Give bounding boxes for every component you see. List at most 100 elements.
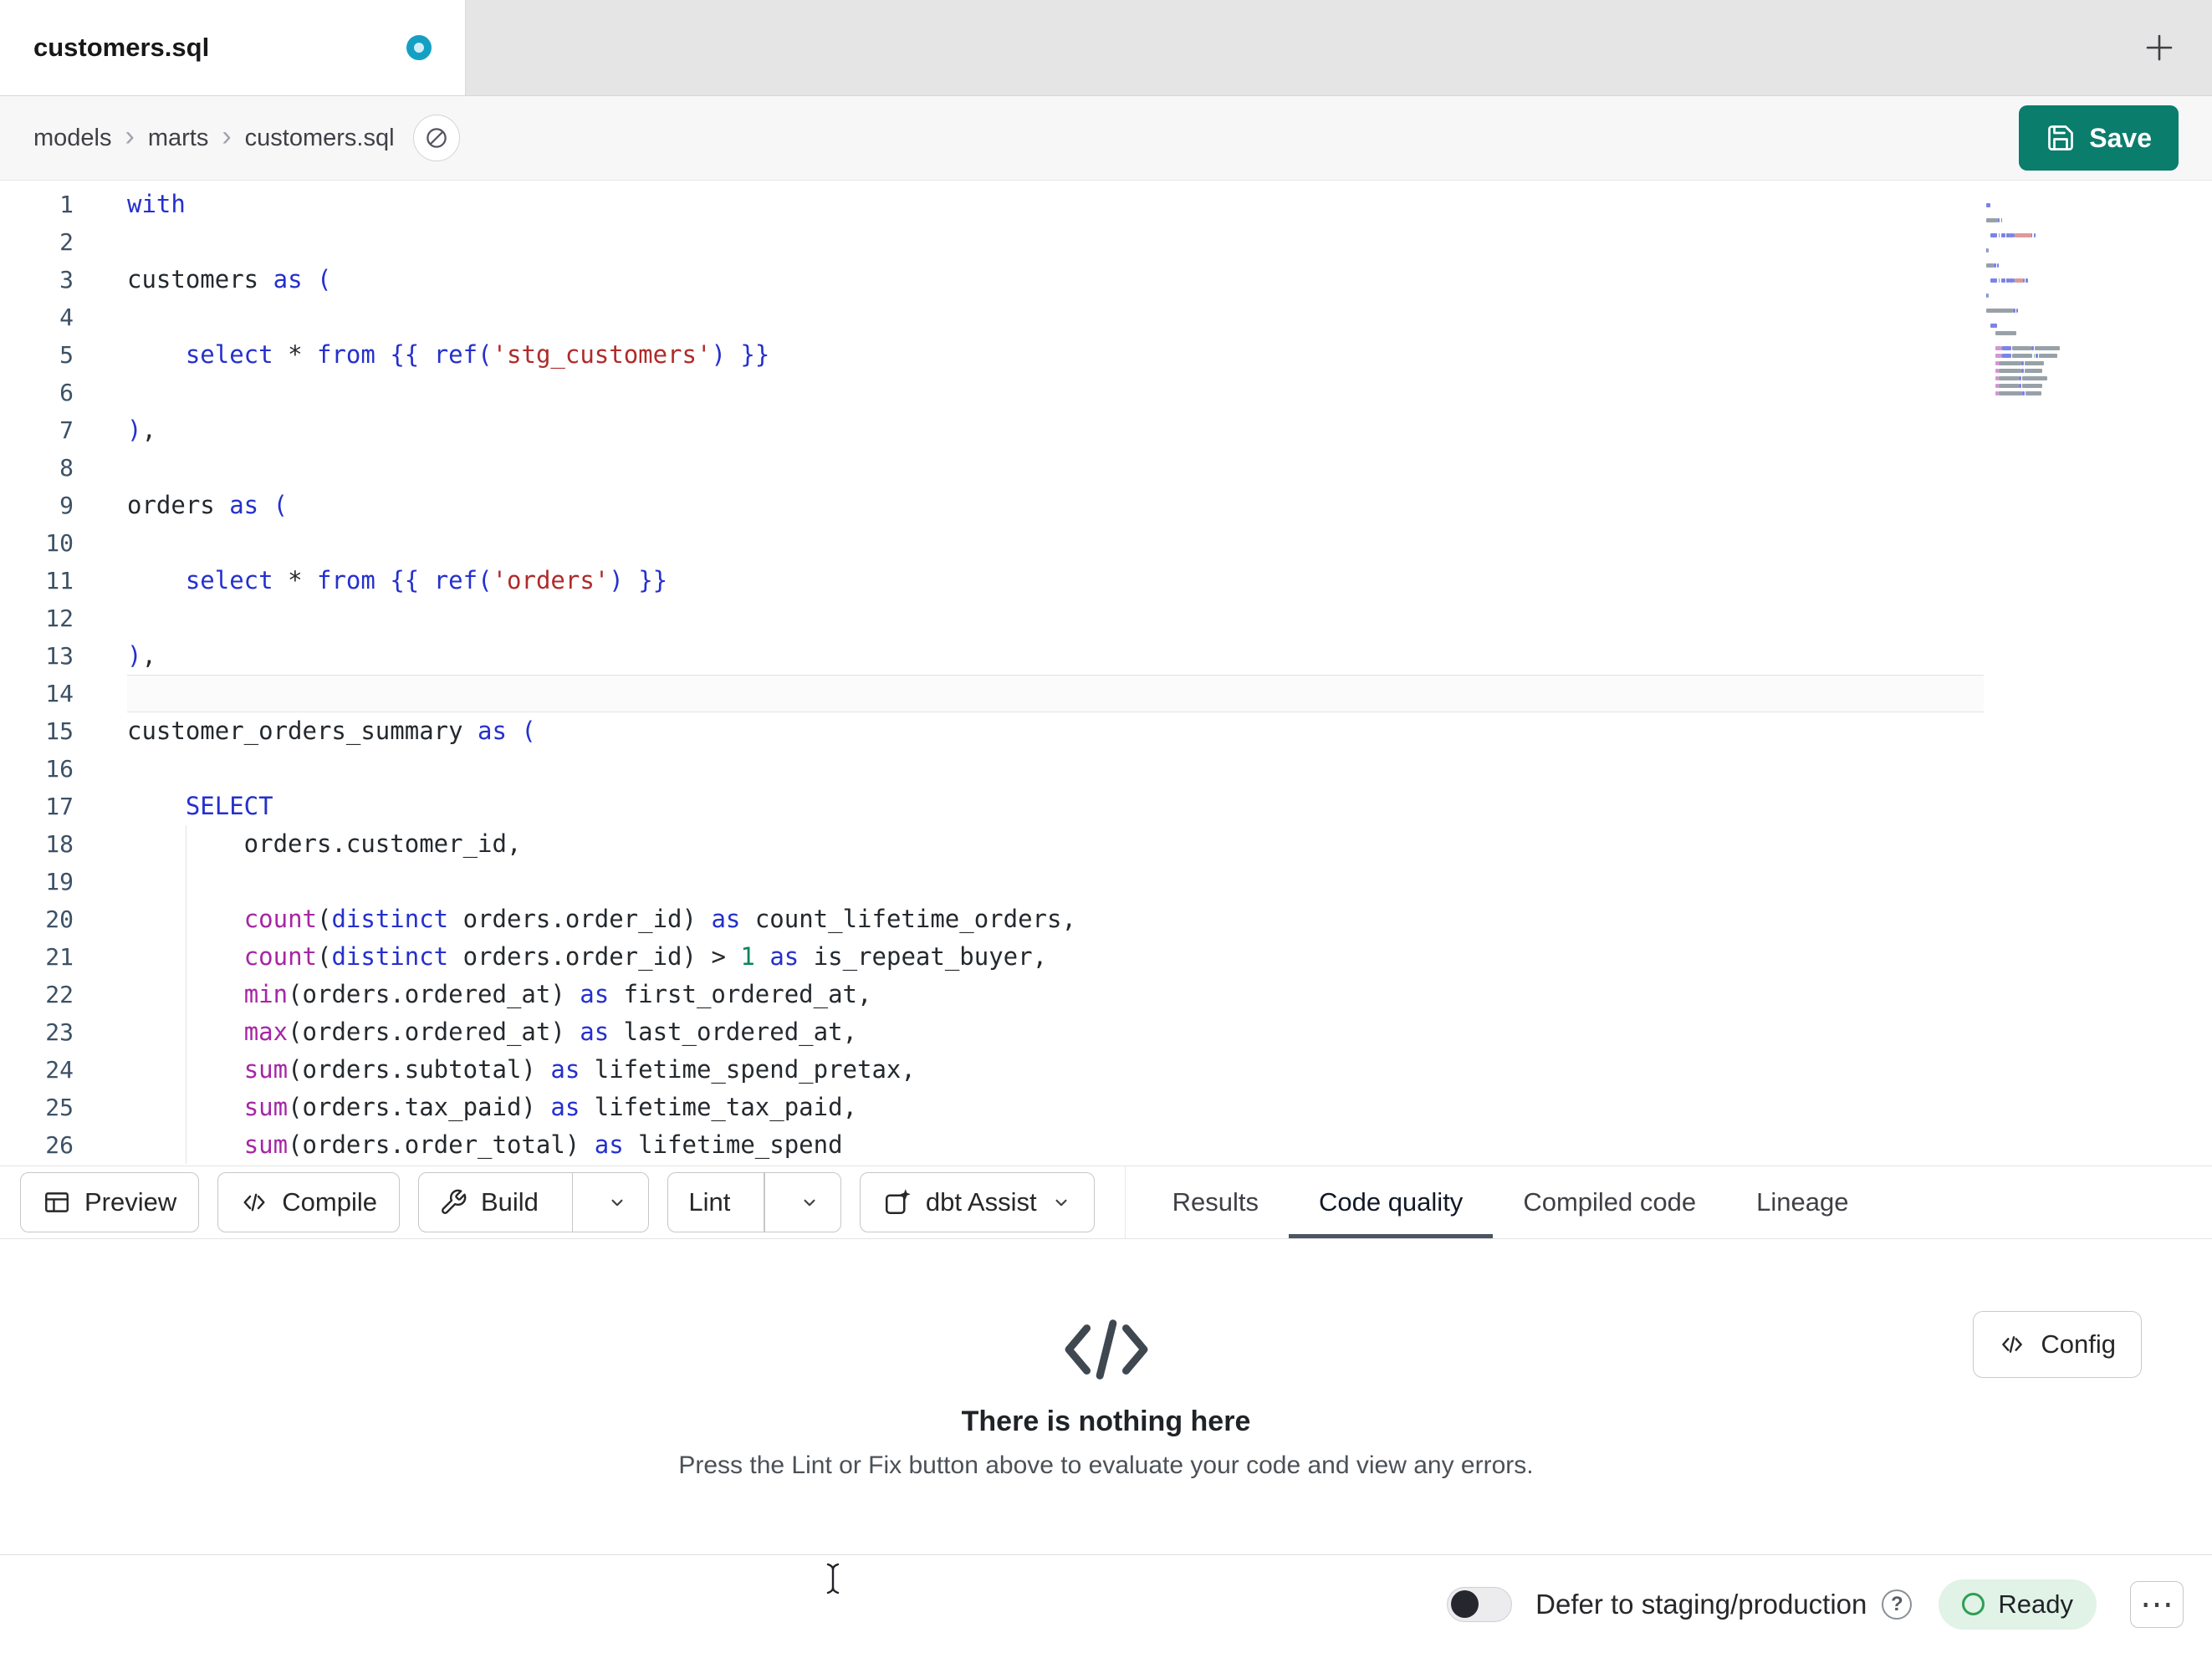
build-dropdown-button[interactable] <box>586 1173 648 1232</box>
floppy-disk-icon <box>2046 123 2076 153</box>
defer-label: Defer to staging/production <box>1535 1588 1867 1620</box>
status-bar: Defer to staging/production ? Ready ⋯ <box>0 1554 2212 1653</box>
minimap-line <box>1986 324 2113 329</box>
save-button[interactable]: Save <box>2019 105 2179 171</box>
lint-dropdown-button[interactable] <box>779 1173 840 1232</box>
tab-lineage[interactable]: Lineage <box>1726 1166 1878 1238</box>
line-number: 5 <box>59 341 74 369</box>
code-line[interactable] <box>127 863 1984 900</box>
chevron-down-icon <box>606 1191 628 1213</box>
preview-button[interactable]: Preview <box>20 1172 200 1232</box>
slashed-circle-icon <box>424 125 449 151</box>
chevron-down-icon <box>1050 1191 1072 1213</box>
code-line[interactable]: SELECT <box>127 788 1984 825</box>
dbt-assist-button[interactable]: dbt Assist <box>859 1172 1095 1232</box>
breadcrumb-bar: models › marts › customers.sql Save <box>0 96 2212 181</box>
build-button[interactable]: Build <box>419 1173 559 1232</box>
editor-code[interactable]: with customers as ( select * from {{ ref(… <box>99 181 1984 1166</box>
config-button[interactable]: Config <box>1973 1311 2142 1378</box>
line-number: 10 <box>45 529 74 557</box>
code-line[interactable] <box>127 524 1984 562</box>
ready-badge[interactable]: Ready <box>1939 1579 2097 1630</box>
lint-button[interactable]: Lint <box>668 1173 750 1232</box>
minimap-line <box>1986 339 2113 358</box>
overflow-menu-button[interactable]: ⋯ <box>2130 1580 2184 1628</box>
code-line[interactable]: ), <box>127 637 1984 675</box>
code-editor[interactable]: 1 2 3 4 5 6 7 8 9 10 11 12 13 14 15 16 17 18 19 20 21 22 23 24 2… <box>0 181 2212 1166</box>
toolbar-divider <box>1124 1166 1126 1238</box>
line-number: 2 <box>59 228 74 256</box>
code-line[interactable]: sum(orders.order_total) as lifetime_spen… <box>127 1126 1984 1164</box>
help-icon[interactable]: ? <box>1882 1589 1913 1620</box>
code-line[interactable]: sum(orders.tax_paid) as lifetime_tax_pai… <box>127 1089 1984 1126</box>
split-divider <box>571 1173 574 1232</box>
line-number: 8 <box>59 454 74 482</box>
code-line[interactable]: with <box>127 186 1984 223</box>
code-line[interactable]: count(distinct orders.order_id) as count… <box>127 900 1984 938</box>
minimap-line <box>1986 196 2113 201</box>
line-number: 15 <box>45 717 74 745</box>
editor-toolbar: Preview Compile Build Lint dbt Assist Re… <box>0 1166 2212 1239</box>
table-icon <box>43 1188 71 1217</box>
code-line[interactable]: count(distinct orders.order_id) > 1 as i… <box>127 938 1984 976</box>
format-button[interactable] <box>412 115 460 161</box>
code-line[interactable]: max(orders.ordered_at) as last_ordered_a… <box>127 1013 1984 1051</box>
minimap-line <box>1986 212 2113 216</box>
tab-bar: customers.sql <box>0 0 2212 96</box>
code-line[interactable]: select * from {{ ref('stg_customers') }} <box>127 336 1984 374</box>
compile-button[interactable]: Compile <box>217 1172 400 1232</box>
line-number: 21 <box>45 943 74 971</box>
tab-compiled-code[interactable]: Compiled code <box>1493 1166 1726 1238</box>
code-line[interactable]: select * from {{ ref('orders') }} <box>127 562 1984 599</box>
plus-icon <box>2142 30 2177 65</box>
line-number: 23 <box>45 1018 74 1046</box>
minimap-line <box>1986 287 2113 291</box>
code-line[interactable] <box>127 223 1984 261</box>
empty-state-title: There is nothing here <box>961 1406 1251 1437</box>
code-line[interactable]: customer_orders_summary as ( <box>127 712 1984 750</box>
split-divider <box>764 1173 765 1232</box>
minimap-line <box>1986 189 2113 207</box>
code-line[interactable] <box>127 675 1984 712</box>
unsaved-indicator-dot <box>406 35 432 60</box>
code-line[interactable] <box>127 750 1984 788</box>
compile-label: Compile <box>282 1187 377 1217</box>
tab-code-quality[interactable]: Code quality <box>1289 1166 1493 1238</box>
tab-bar-fill <box>466 0 2107 95</box>
config-label: Config <box>2041 1329 2116 1359</box>
line-number: 22 <box>45 981 74 1008</box>
code-line[interactable] <box>127 374 1984 411</box>
ready-status-icon <box>1962 1593 1985 1615</box>
toolbar-button-group: Preview Compile Build Lint dbt Assist <box>20 1166 1095 1238</box>
minimap-line <box>1986 264 2113 283</box>
minimap[interactable] <box>1986 189 2113 395</box>
results-tabs: Results Code quality Compiled code Linea… <box>1142 1166 1879 1238</box>
minimap-line <box>1986 377 2113 395</box>
line-number: 11 <box>45 567 74 594</box>
code-line[interactable]: ), <box>127 411 1984 449</box>
code-line[interactable]: orders as ( <box>127 487 1984 524</box>
code-line[interactable]: sum(orders.subtotal) as lifetime_spend_p… <box>127 1051 1984 1089</box>
line-number: 25 <box>45 1094 74 1121</box>
new-tab-button[interactable] <box>2107 0 2212 95</box>
code-line[interactable] <box>127 298 1984 336</box>
code-line[interactable] <box>127 449 1984 487</box>
minimap-line <box>1986 302 2113 306</box>
code-line[interactable]: min(orders.ordered_at) as first_ordered_… <box>127 976 1984 1013</box>
tab-results[interactable]: Results <box>1142 1166 1289 1238</box>
line-number: 19 <box>45 868 74 895</box>
minimap-line <box>1986 294 2113 313</box>
breadcrumb-item-models: models <box>33 124 112 151</box>
line-number: 6 <box>59 379 74 406</box>
minimap-line <box>1986 362 2113 380</box>
results-panel: There is nothing here Press the Lint or … <box>0 1239 2212 1554</box>
minimap-line <box>1986 219 2113 237</box>
save-label: Save <box>2089 122 2152 153</box>
code-line[interactable] <box>127 599 1984 637</box>
line-number: 17 <box>45 793 74 820</box>
defer-toggle[interactable] <box>1447 1586 1513 1622</box>
editor-tab[interactable]: customers.sql <box>0 0 466 95</box>
minimap-line <box>1986 272 2113 276</box>
code-line[interactable]: orders.customer_id, <box>127 825 1984 863</box>
code-line[interactable]: customers as ( <box>127 261 1984 298</box>
